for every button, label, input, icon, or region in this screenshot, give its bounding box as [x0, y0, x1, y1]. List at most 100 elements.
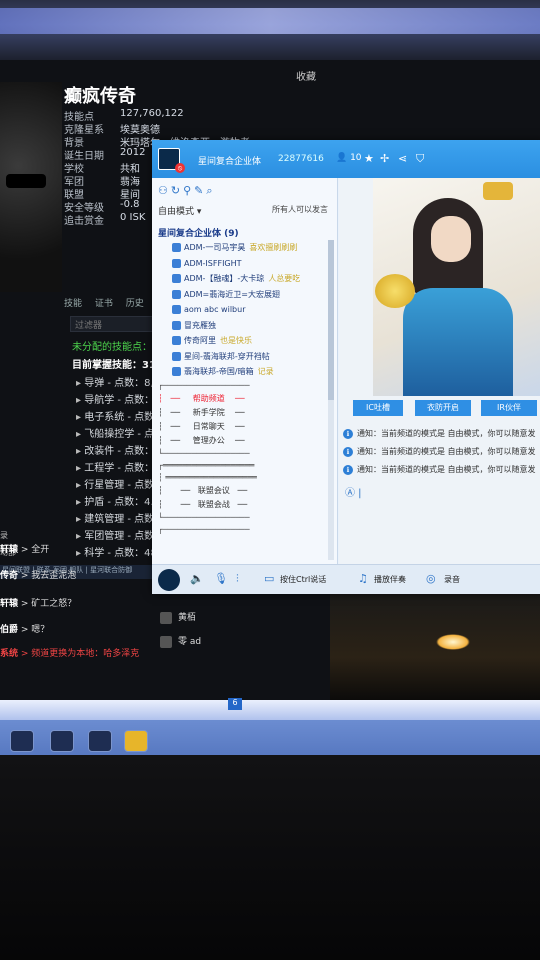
yy-titlebar: ⦸ 星间复合企业体 22877616 👤 10 ★ ✢ ⋖ ⛉ — [152, 140, 540, 178]
windows-taskbar — [0, 700, 540, 758]
refresh-icon[interactable]: ↻ — [171, 184, 183, 197]
banner-button[interactable]: 衣防开启 — [415, 400, 471, 416]
edge-label: 录 — [0, 531, 8, 540]
ptt-icon[interactable]: ▭ — [264, 572, 274, 585]
yy-bottom-bar: 🔈 🎙 ⫶ ▭ 按住Ctrl说话 ♫ 播放伴奏 ◎ 录音 — [152, 564, 540, 594]
channel-chat[interactable]: ┆ ── 日常聊天 ── — [158, 420, 334, 434]
speaker-icon[interactable]: 🔈 — [190, 572, 204, 585]
microphone-icon[interactable]: 🎙 — [214, 572, 228, 585]
monitor-bezel — [0, 755, 540, 960]
window-titlebar — [0, 0, 540, 62]
toolbar-icons: ⚇↻⚲✎⌕ — [158, 184, 216, 198]
separator: ┆ ═══════════════════ — [158, 472, 257, 482]
edit-icon[interactable]: ✎ — [194, 184, 206, 197]
channel-admin[interactable]: ┆ ── 管理办公 ── — [158, 434, 334, 448]
channel-banner-image — [373, 178, 540, 396]
channel-logo-icon: ⦸ — [158, 148, 185, 173]
skill-group[interactable]: 改装件 - 点数：5 — [76, 442, 160, 457]
user-entry[interactable]: 冒充雁独 — [158, 318, 334, 334]
eve-taskbar-icon[interactable] — [88, 730, 112, 752]
separator: ┌────────────────── — [158, 524, 250, 534]
search-icon[interactable]: ⌕ — [206, 184, 215, 197]
skill-group[interactable]: 导航学 - 点数： — [76, 391, 154, 406]
banner-button[interactable]: IC吐槽 — [353, 400, 403, 416]
unassigned-skillpoints: 未分配的技能点： — [72, 342, 152, 353]
taskbar-badge: 6 — [228, 698, 242, 710]
channel-tree-panel: ⚇↻⚲✎⌕ 自由模式 ▾ 所有人可以发言 星间复合企业体 (9) ADM-一司马… — [152, 178, 338, 574]
skill-group[interactable]: 建筑管理 - 点数 — [76, 510, 154, 525]
separator: └────────────────── — [158, 512, 250, 522]
skill-group[interactable]: 军团管理 - 点数 — [76, 527, 154, 542]
skill-group[interactable]: 飞船操控学 - 点数 — [76, 425, 164, 440]
star-icon[interactable]: ★ — [364, 152, 374, 165]
user-entry[interactable]: aom abc wilbur — [158, 302, 334, 318]
channel-newbie[interactable]: ┆ ── 新手学院 ── — [158, 406, 334, 420]
user-entry[interactable]: 星间-翡海联邦-穿开裆帖 — [158, 349, 334, 365]
user-entry[interactable]: 传奇阿里 也是快乐 — [158, 333, 334, 349]
push-to-talk-label[interactable]: 按住Ctrl说话 — [280, 574, 326, 585]
channel-alliance-meeting[interactable]: ┆ ── 联盟会议 ── — [158, 484, 334, 498]
notice-line: 通知：当前频道的模式是 自由模式，你可以随意发 — [343, 464, 536, 475]
chat-line: 轩辕 > 全开 — [0, 545, 50, 555]
user-icon[interactable]: ⚇ — [158, 184, 171, 197]
record-icon[interactable]: ◎ — [426, 572, 436, 585]
start-button[interactable] — [10, 730, 34, 752]
character-name: 癫疯传奇 — [64, 86, 136, 107]
equalizer-icon[interactable]: ⫶ — [236, 572, 239, 586]
yy-voice-window: ⦸ 星间复合企业体 22877616 👤 10 ★ ✢ ⋖ ⛉ ⚇↻⚲✎⌕ 自由… — [152, 140, 540, 594]
skill-group[interactable]: 电子系统 - 点数 — [76, 408, 154, 423]
share-icon[interactable]: ⋖ — [398, 152, 407, 165]
chat-line: 伯爵 > 嗯？ — [0, 625, 50, 635]
tab-certificates[interactable]: 证书 — [95, 299, 113, 309]
separator: ┌────────────────── — [158, 380, 250, 390]
user-entry[interactable]: ADM-一司马宇昊 喜欢擅刷刷刷 — [158, 240, 334, 256]
root-channel[interactable]: 星间复合企业体 (9) — [158, 226, 334, 240]
play-accompaniment-label[interactable]: 播放伴奏 — [374, 574, 406, 585]
pin-icon[interactable]: ✢ — [380, 152, 389, 165]
skill-group[interactable]: 导弹 - 点数：8,7 — [76, 374, 160, 389]
user-entry[interactable]: ADM=翡海近卫=大宏展翅 — [158, 287, 334, 303]
chat-line: 轩辕 > 矿工之怒？ — [0, 599, 77, 609]
skill-tabs: 技能 证书 历史 — [64, 296, 154, 309]
monitor-screen: 收藏 癫疯传奇 技能点127,760,122 克隆星系埃莫奥德 背景米玛塔尔 -… — [0, 0, 540, 760]
notice-line: 通知：当前频道的模式是 自由模式，你可以随意发 — [343, 446, 536, 457]
chat-line: 系统 > 频道更换为本地：哈多泽克 — [0, 649, 140, 659]
channel-info-panel: IC吐槽 衣防开启 IR伙伴 通知：当前频道的模式是 自由模式，你可以随意发 通… — [339, 178, 540, 574]
record-label[interactable]: 录音 — [444, 574, 460, 585]
channel-name: 星间复合企业体 — [198, 157, 262, 167]
skill-group[interactable]: 工程学 - 点数：5 — [76, 459, 160, 474]
collect-button[interactable]: 收藏 — [296, 68, 316, 83]
user-entry[interactable]: 翡海联邦-帝国/暗箱 记录 — [158, 364, 334, 380]
chat-line: 传奇 > 我去歪泥泡 — [0, 571, 77, 581]
skill-group[interactable]: 科学 - 点数：48 — [76, 544, 157, 559]
member-item[interactable]: 零 ad — [160, 634, 201, 648]
channel-alliance-war[interactable]: ┆ ── 联盟会战 ── — [158, 498, 334, 512]
chat-input-icon[interactable]: Ⓐ | — [345, 484, 362, 499]
user-entry[interactable]: ADM-【融魂】-大卡琼 人总要吃 — [158, 271, 334, 287]
skill-group[interactable]: 行星管理 - 点数 — [76, 476, 154, 491]
character-portrait — [0, 82, 62, 292]
stat-row: 追击赏金 0 ISK — [64, 212, 146, 227]
yy-taskbar-icon[interactable] — [124, 730, 148, 752]
music-icon[interactable]: ♫ — [358, 572, 368, 585]
shield-icon[interactable]: ⛉ — [416, 152, 424, 166]
tree-scrollbar[interactable] — [328, 240, 334, 560]
tab-history[interactable]: 历史 — [126, 299, 144, 309]
current-skills: 目前掌握技能：31 — [72, 360, 156, 371]
tab-skills[interactable]: 技能 — [64, 299, 82, 309]
channel-help[interactable]: ┆ ── 帮助频道 ── — [158, 392, 334, 406]
eve-taskbar-icon[interactable] — [50, 730, 74, 752]
speak-permission: 所有人可以发言 — [272, 205, 328, 214]
background-scene — [330, 594, 540, 700]
member-item[interactable]: 黄栢 — [160, 610, 196, 624]
avatar[interactable] — [158, 569, 180, 591]
user-entry[interactable]: ADM-ISFFIGHT — [158, 256, 334, 272]
location-icon[interactable]: ⚲ — [183, 184, 194, 197]
separator: └────────────────── — [158, 448, 250, 458]
banner-button[interactable]: IR伙伴 — [481, 400, 537, 416]
separator: ┌═══════════════════ — [158, 460, 255, 470]
user-count: 👤 10 — [336, 153, 362, 163]
mode-dropdown[interactable]: 自由模式 ▾ — [158, 204, 201, 217]
user-count-value: 10 — [350, 153, 362, 163]
skill-group[interactable]: 护盾 - 点数：4.3 — [76, 493, 160, 508]
